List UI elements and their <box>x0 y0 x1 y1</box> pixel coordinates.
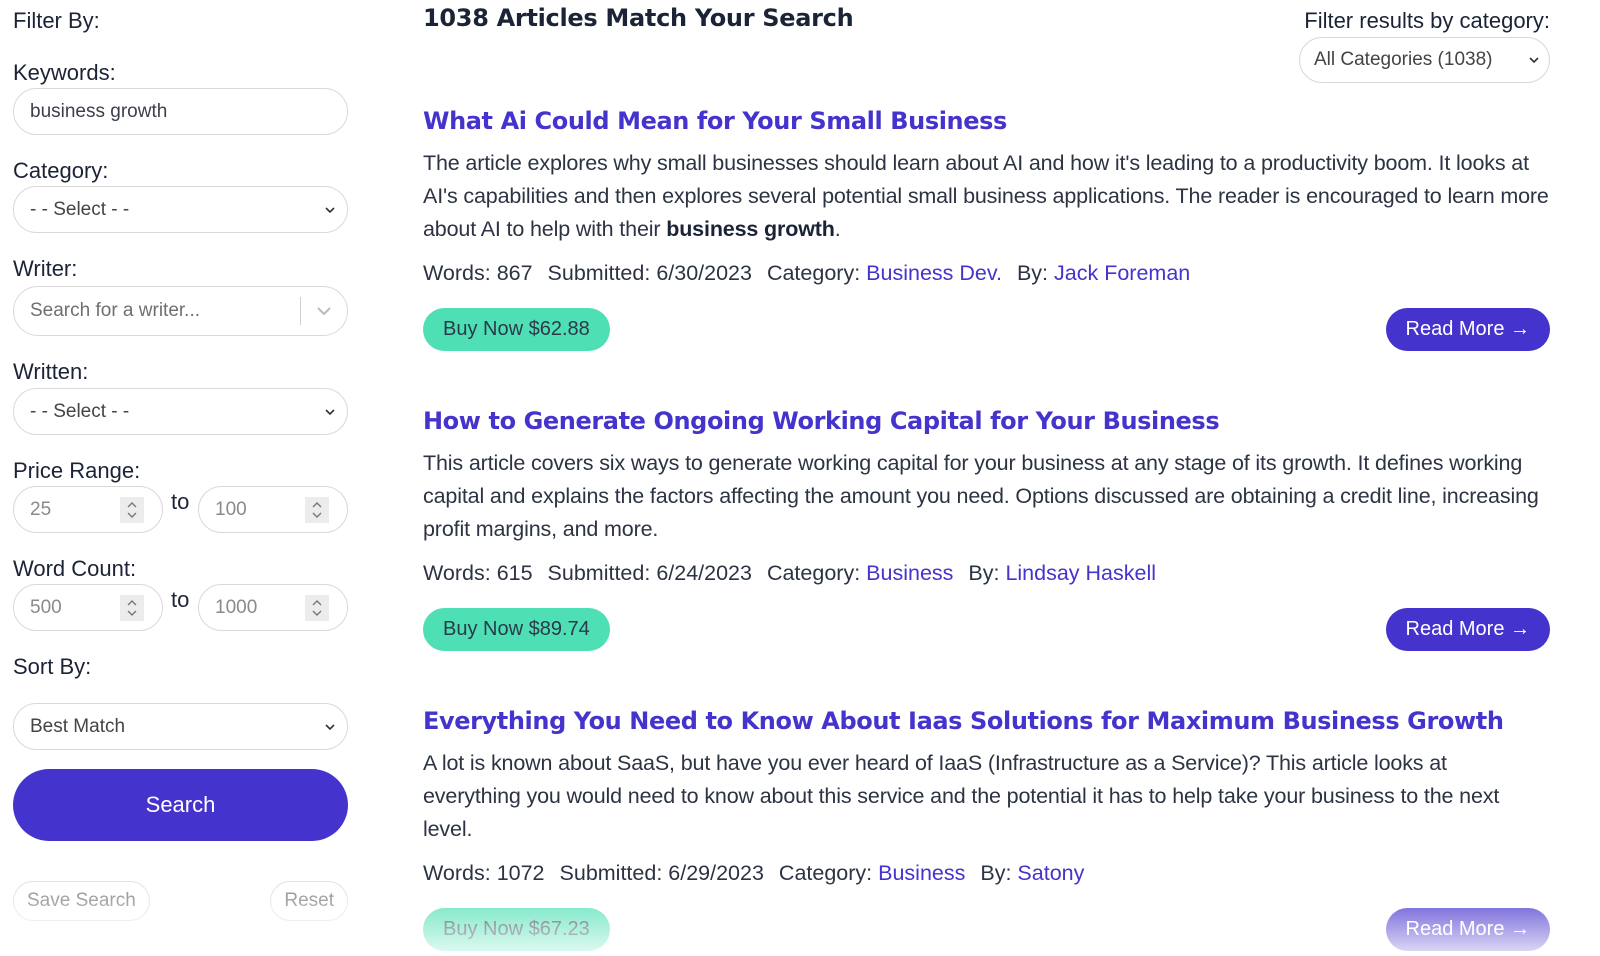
price-range-label: Price Range: <box>13 458 141 483</box>
read-more-button[interactable]: Read More → <box>1385 908 1550 951</box>
article-summary: The article explores why small businesse… <box>423 147 1550 246</box>
keywords-label: Keywords: <box>13 60 116 85</box>
save-search-button[interactable]: Save Search <box>13 881 150 921</box>
article-actions: Buy Now $67.23 Read More → <box>423 908 1550 952</box>
sort-by-label: Sort By: <box>13 654 92 679</box>
article-meta: Words: 1072 Submitted: 6/29/2023 Categor… <box>423 861 1550 886</box>
submitted-date: 6/30/2023 <box>656 261 752 285</box>
sort-by-select[interactable]: Best Match <box>13 703 348 750</box>
article-summary: A lot is known about SaaS, but have you … <box>423 747 1550 846</box>
submitted-label: Submitted: <box>559 861 663 885</box>
author-link[interactable]: Jack Foreman <box>1054 261 1190 285</box>
word-count-label: Word Count: <box>13 556 137 581</box>
word-count: 867 <box>496 261 533 285</box>
read-more-button[interactable]: Read More → <box>1385 308 1550 351</box>
article-title-link[interactable]: How to Generate Ongoing Working Capital … <box>423 407 1550 435</box>
word-count-to-label: to <box>171 587 190 612</box>
word-count: 615 <box>496 561 533 585</box>
words-label: Words: <box>423 261 491 285</box>
search-button[interactable]: Search <box>13 769 348 841</box>
summary-text-end: . <box>834 217 841 241</box>
filter-heading: Filter By: <box>13 8 100 33</box>
article-actions: Buy Now $89.74 Read More → <box>423 608 1550 652</box>
word-count-max-value: 1000 <box>215 596 258 618</box>
read-more-button[interactable]: Read More → <box>1385 608 1550 651</box>
results-count-heading: 1038 Articles Match Your Search <box>423 4 854 32</box>
chevron-down-icon <box>1529 57 1539 64</box>
up-down-stepper-icon[interactable] <box>120 496 144 523</box>
by-label: By: <box>968 561 1000 585</box>
price-min-input[interactable]: 25 <box>13 486 163 533</box>
word-count-min-input[interactable]: 500 <box>13 584 163 631</box>
category-link[interactable]: Business <box>866 561 953 585</box>
category-link[interactable]: Business <box>878 861 965 885</box>
category-filter-label: Filter results by category: <box>1304 8 1550 33</box>
chevron-down-icon <box>325 408 335 415</box>
summary-text: The article explores why small businesse… <box>423 151 1549 241</box>
up-down-stepper-icon[interactable] <box>305 594 329 621</box>
article-meta: Words: 867 Submitted: 6/30/2023 Category… <box>423 261 1550 286</box>
price-to-label: to <box>171 489 190 514</box>
article-actions: Buy Now $62.88 Read More → <box>423 308 1550 352</box>
submitted-label: Submitted: <box>547 261 651 285</box>
summary-text: A lot is known about SaaS, but have you … <box>423 751 1500 841</box>
writer-label: Writer: <box>13 256 78 281</box>
writer-placeholder: Search for a writer... <box>30 300 201 321</box>
author-link[interactable]: Lindsay Haskell <box>1005 561 1156 585</box>
buy-now-button[interactable]: Buy Now $67.23 <box>423 908 610 951</box>
written-selected: - - Select - - <box>30 400 130 422</box>
reset-button[interactable]: Reset <box>270 881 348 921</box>
article-title-link[interactable]: What Ai Could Mean for Your Small Busine… <box>423 107 1550 135</box>
author-link[interactable]: Satony <box>1017 861 1084 885</box>
keywords-value: business growth <box>30 100 168 122</box>
word-count-max-input[interactable]: 1000 <box>198 584 348 631</box>
article-card: What Ai Could Mean for Your Small Busine… <box>423 107 1550 352</box>
category-filter-selected: All Categories (1038) <box>1314 49 1493 70</box>
article-meta: Words: 615 Submitted: 6/24/2023 Category… <box>423 561 1550 586</box>
category-label: Category: <box>13 158 109 183</box>
summary-keyword-highlight: business growth <box>666 217 835 241</box>
words-label: Words: <box>423 561 491 585</box>
writer-divider <box>300 297 301 325</box>
submitted-label: Submitted: <box>547 561 651 585</box>
summary-text: This article covers six ways to generate… <box>423 451 1539 541</box>
chevron-down-icon[interactable] <box>315 302 333 320</box>
category-selected: - - Select - - <box>30 198 130 220</box>
keywords-input[interactable]: business growth <box>13 88 348 135</box>
price-max-input[interactable]: 100 <box>198 486 348 533</box>
written-select[interactable]: - - Select - - <box>13 388 348 435</box>
submitted-date: 6/24/2023 <box>656 561 752 585</box>
submitted-date: 6/29/2023 <box>668 861 764 885</box>
price-min-value: 25 <box>30 498 52 520</box>
by-label: By: <box>1016 261 1049 285</box>
article-card: How to Generate Ongoing Working Capital … <box>423 407 1550 652</box>
article-summary: This article covers six ways to generate… <box>423 447 1550 546</box>
word-count-min-value: 500 <box>30 596 62 618</box>
writer-search-input[interactable]: Search for a writer... <box>13 286 348 336</box>
word-count: 1072 <box>496 861 545 885</box>
by-label: By: <box>980 861 1012 885</box>
article-card: Everything You Need to Know About Iaas S… <box>423 707 1550 952</box>
sort-by-selected: Best Match <box>30 715 126 737</box>
words-label: Words: <box>423 861 491 885</box>
category-meta-label: Category: <box>766 261 861 285</box>
up-down-stepper-icon[interactable] <box>120 594 144 621</box>
written-label: Written: <box>13 359 89 384</box>
category-meta-label: Category: <box>766 561 861 585</box>
up-down-stepper-icon[interactable] <box>305 496 329 523</box>
chevron-down-icon <box>325 206 335 213</box>
category-select[interactable]: - - Select - - <box>13 186 348 233</box>
article-title-link[interactable]: Everything You Need to Know About Iaas S… <box>423 707 1550 735</box>
category-link[interactable]: Business Dev. <box>866 261 1002 285</box>
chevron-down-icon <box>325 723 335 730</box>
buy-now-button[interactable]: Buy Now $89.74 <box>423 608 610 651</box>
price-max-value: 100 <box>215 498 247 520</box>
category-meta-label: Category: <box>778 861 873 885</box>
buy-now-button[interactable]: Buy Now $62.88 <box>423 308 610 351</box>
category-filter-select[interactable]: All Categories (1038) <box>1299 37 1550 83</box>
